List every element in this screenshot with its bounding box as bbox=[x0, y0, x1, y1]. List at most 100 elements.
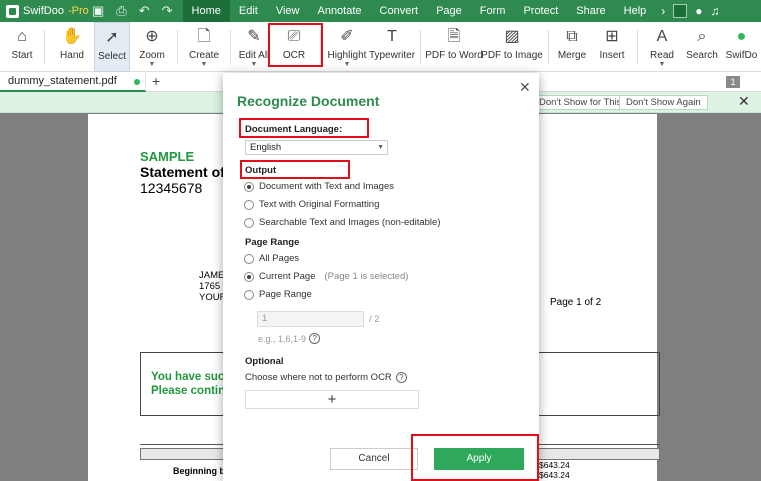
close-icon[interactable]: ✕ bbox=[738, 93, 750, 110]
redo-icon[interactable]: ↷ bbox=[162, 3, 173, 19]
swifdoo-logo-icon bbox=[6, 4, 19, 18]
chevron-down-icon: ▼ bbox=[343, 61, 351, 68]
document-language-label: Document Language: bbox=[245, 124, 343, 135]
cancel-button[interactable]: Cancel bbox=[330, 448, 418, 470]
recognize-document-dialog: Recognize Document ✕ Document Language: … bbox=[223, 73, 539, 481]
statement-title: Statement of bbox=[140, 164, 225, 180]
print-icon[interactable]: ⎙ bbox=[116, 3, 126, 19]
menu-protect[interactable]: Protect bbox=[514, 0, 567, 22]
dont-show-again-button[interactable]: Don't Show Again bbox=[619, 95, 708, 110]
chevron-down-icon: ▼ bbox=[658, 61, 666, 68]
read-aloud-icon: A bbox=[656, 28, 668, 45]
page-range-input[interactable]: 1 bbox=[257, 311, 364, 327]
apply-button[interactable]: Apply bbox=[434, 448, 524, 470]
app-edition: -Pro bbox=[67, 5, 89, 17]
message-line-1: You have succ bbox=[151, 371, 231, 383]
divider bbox=[44, 30, 45, 64]
search-button[interactable]: ⌕ Search bbox=[686, 22, 718, 72]
zoom-button[interactable]: ⊕ Zoom ▼ bbox=[136, 22, 168, 72]
help-icon[interactable]: ? bbox=[309, 333, 321, 344]
menu-edit[interactable]: Edit bbox=[230, 0, 267, 22]
zoom-icon: ⊕ bbox=[145, 28, 159, 45]
app-name: SwifDoo bbox=[23, 5, 64, 17]
menu-convert[interactable]: Convert bbox=[371, 0, 428, 22]
radio-selected-icon bbox=[244, 181, 254, 192]
unsaved-dot-icon bbox=[134, 79, 140, 85]
radio-icon bbox=[244, 217, 254, 228]
pdf-to-image-button[interactable]: ▨ PDF to Image bbox=[481, 22, 543, 72]
menu-share[interactable]: Share bbox=[567, 0, 614, 22]
select-button[interactable]: ➚ Select bbox=[94, 22, 130, 72]
typewriter-button[interactable]: T Typewriter bbox=[369, 22, 415, 72]
radio-selected-icon bbox=[244, 271, 254, 282]
image-file-icon: ▨ bbox=[504, 28, 520, 45]
add-exclude-area-button[interactable]: + bbox=[245, 390, 419, 409]
divider bbox=[548, 30, 549, 64]
save-icon[interactable]: ▣ bbox=[92, 3, 104, 19]
ribbon-toolbar: ⌂ Start ✋ Hand ➚ Select ⊕ Zoom ▼ 🗋 Creat… bbox=[0, 22, 761, 72]
menu-help[interactable]: Help bbox=[615, 0, 656, 22]
page-total: / 2 bbox=[369, 314, 380, 325]
divider bbox=[177, 30, 178, 64]
divider bbox=[320, 30, 321, 64]
chevron-right-icon[interactable]: › bbox=[661, 4, 665, 18]
help-icon[interactable]: ? bbox=[395, 372, 407, 383]
page-indicator-text: Page 1 of 2 bbox=[550, 297, 602, 308]
document-tab[interactable]: dummy_statement.pdf bbox=[0, 72, 146, 92]
swifdoc-ai-button[interactable]: ● SwifDo bbox=[722, 22, 761, 72]
range-option-all-pages[interactable]: All Pages bbox=[244, 253, 299, 264]
user-icon[interactable]: ● bbox=[695, 4, 702, 18]
page-count-badge: 1 bbox=[726, 76, 740, 88]
merge-button[interactable]: ⧉ Merge bbox=[556, 22, 588, 72]
chevron-down-icon: ▼ bbox=[200, 61, 208, 68]
hand-button[interactable]: ✋ Hand bbox=[56, 22, 88, 72]
cart-icon[interactable] bbox=[673, 4, 688, 18]
word-file-icon: 🗎 bbox=[447, 28, 461, 45]
output-option-searchable[interactable]: Searchable Text and Images (non-editable… bbox=[244, 217, 441, 228]
ocr-button[interactable]: ⎚ OCR bbox=[276, 22, 312, 72]
language-value: English bbox=[250, 142, 282, 153]
output-option-text-formatting[interactable]: Text with Original Formatting bbox=[244, 199, 379, 210]
app-logo: SwifDoo -Pro bbox=[0, 4, 92, 18]
radio-icon bbox=[244, 253, 254, 264]
range-option-page-range[interactable]: Page Range bbox=[244, 289, 312, 300]
cursor-icon: ➚ bbox=[105, 29, 119, 46]
title-bar: SwifDoo -Pro ▣ ⎙ ↶ ↷ Home Edit View Annot… bbox=[0, 0, 761, 22]
home-icon: ⌂ bbox=[17, 28, 27, 45]
highlight-button[interactable]: ✐ Highlight ▼ bbox=[326, 22, 368, 72]
create-file-icon: 🗋 bbox=[197, 28, 211, 45]
close-icon[interactable]: ✕ bbox=[519, 79, 531, 96]
page-range-label: Page Range bbox=[245, 237, 300, 248]
range-option-current-page[interactable]: Current Page (Page 1 is selected) bbox=[244, 271, 408, 282]
ai-assistant-icon: ● bbox=[736, 28, 747, 45]
output-option-doc-text-images[interactable]: Document with Text and Images bbox=[244, 181, 394, 192]
undo-icon[interactable]: ↶ bbox=[139, 3, 150, 19]
message-line-2: Please contin bbox=[151, 385, 226, 397]
text-tool-icon: T bbox=[387, 28, 397, 45]
insert-button[interactable]: ⊞ Insert bbox=[596, 22, 628, 72]
bell-icon[interactable]: ♫ bbox=[711, 4, 720, 18]
edit-all-button[interactable]: ✎ Edit All ▼ bbox=[236, 22, 272, 72]
add-tab-icon[interactable]: + bbox=[152, 73, 160, 89]
start-button[interactable]: ⌂ Start bbox=[6, 22, 38, 72]
address-line-1: JAME bbox=[199, 270, 225, 281]
menu-form[interactable]: Form bbox=[471, 0, 515, 22]
divider bbox=[637, 30, 638, 64]
menu-annotate[interactable]: Annotate bbox=[308, 0, 370, 22]
amount-cell: $643.24 bbox=[539, 460, 570, 470]
edit-icon: ✎ bbox=[247, 28, 261, 45]
pdf-to-word-button[interactable]: 🗎 PDF to Word bbox=[425, 22, 483, 72]
ocr-icon: ⎚ bbox=[287, 28, 301, 45]
amount-cell: $643.24 bbox=[539, 470, 570, 480]
optional-label: Optional bbox=[245, 356, 284, 367]
menu-page[interactable]: Page bbox=[427, 0, 471, 22]
insert-page-icon: ⊞ bbox=[605, 28, 619, 45]
menu-home[interactable]: Home bbox=[182, 0, 230, 22]
current-page-hint: (Page 1 is selected) bbox=[324, 271, 409, 282]
read-button[interactable]: A Read ▼ bbox=[646, 22, 678, 72]
range-example: e.g., 1,6,1-9 ? bbox=[258, 333, 321, 344]
language-select[interactable]: English ▼ bbox=[245, 140, 388, 155]
beginning-balance-label: Beginning ba bbox=[173, 466, 230, 476]
menu-view[interactable]: View bbox=[267, 0, 309, 22]
create-button[interactable]: 🗋 Create ▼ bbox=[186, 22, 222, 72]
